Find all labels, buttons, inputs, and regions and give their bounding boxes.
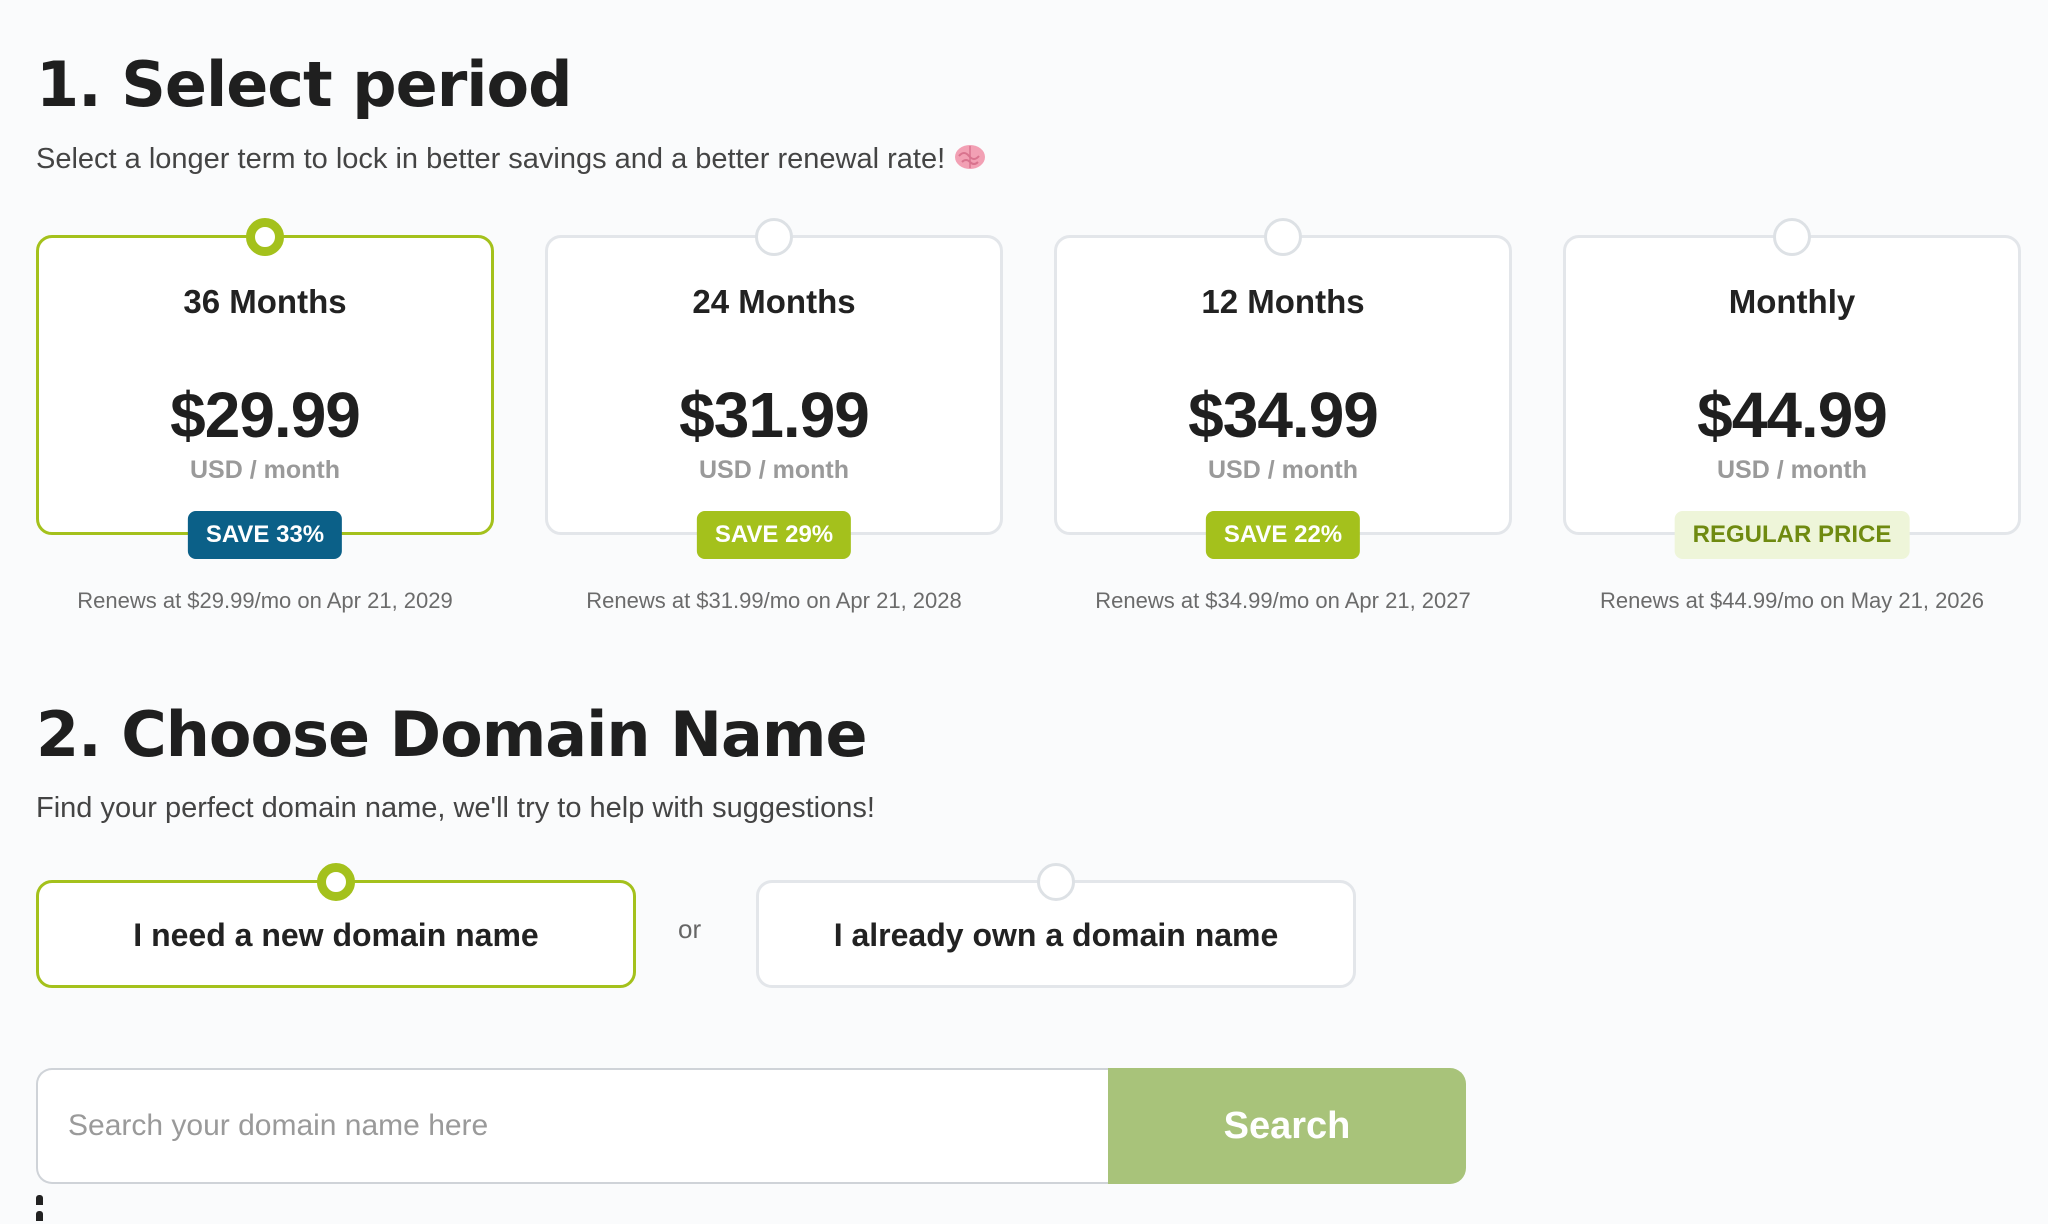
radio-button[interactable] [246, 218, 284, 256]
plan-price: $29.99 [170, 379, 361, 451]
savings-badge: SAVE 33% [187, 511, 343, 559]
plan-title: 12 Months [1201, 283, 1365, 320]
renewal-text: Renews at $29.99/mo on Apr 21, 2029 [77, 588, 453, 613]
section-title-select-period: 1. Select period [36, 48, 572, 121]
or-separator: or [678, 914, 702, 944]
plan-price: $31.99 [679, 379, 870, 451]
section-subtitle-select-period: Select a longer term to lock in better s… [36, 142, 987, 180]
plan-price-unit: USD / month [1717, 456, 1867, 484]
radio-button[interactable] [755, 218, 793, 256]
subtitle-text: Select a longer term to lock in better s… [36, 143, 946, 175]
regular-price-badge: REGULAR PRICE [1674, 511, 1910, 559]
plan-title: 36 Months [183, 283, 347, 320]
plan-price-unit: USD / month [190, 456, 340, 484]
section-title-choose-domain: 2. Choose Domain Name [36, 698, 868, 771]
radio-button[interactable] [1264, 218, 1302, 256]
radio-button[interactable] [1037, 863, 1075, 901]
search-button[interactable]: Search [1108, 1068, 1466, 1184]
partial-next-section [36, 1192, 96, 1221]
option-new-domain[interactable]: I need a new domain name [36, 863, 636, 988]
plan-price-unit: USD / month [699, 456, 849, 484]
renewal-text: Renews at $34.99/mo on Apr 21, 2027 [1095, 588, 1471, 613]
savings-badge: SAVE 29% [696, 511, 852, 559]
plan-price: $34.99 [1188, 379, 1379, 451]
plan-card-36-months[interactable]: 36 Months $29.99 USD / month SAVE 33% [36, 218, 494, 559]
domain-search-input[interactable] [36, 1068, 1114, 1184]
brain-icon [953, 142, 987, 180]
section-subtitle-choose-domain: Find your perfect domain name, we'll try… [36, 792, 875, 824]
radio-button[interactable] [317, 863, 355, 901]
plan-title: Monthly [1728, 283, 1856, 320]
option-label: I already own a domain name [833, 917, 1279, 953]
plan-card-12-months[interactable]: 12 Months $34.99 USD / month SAVE 22% [1054, 218, 1512, 559]
option-label: I need a new domain name [133, 917, 539, 953]
renewal-text: Renews at $31.99/mo on Apr 21, 2028 [586, 588, 962, 613]
savings-badge: SAVE 22% [1205, 511, 1361, 559]
option-existing-domain[interactable]: I already own a domain name [756, 863, 1356, 988]
plan-price-unit: USD / month [1208, 456, 1358, 484]
renewal-text: Renews at $44.99/mo on May 21, 2026 [1599, 588, 1985, 613]
plan-card-24-months[interactable]: 24 Months $31.99 USD / month SAVE 29% [545, 218, 1003, 559]
plan-card-monthly[interactable]: Monthly $44.99 USD / month REGULAR PRICE [1563, 218, 2021, 559]
radio-button[interactable] [1773, 218, 1811, 256]
plan-price: $44.99 [1697, 379, 1888, 451]
plan-title: 24 Months [692, 283, 856, 320]
